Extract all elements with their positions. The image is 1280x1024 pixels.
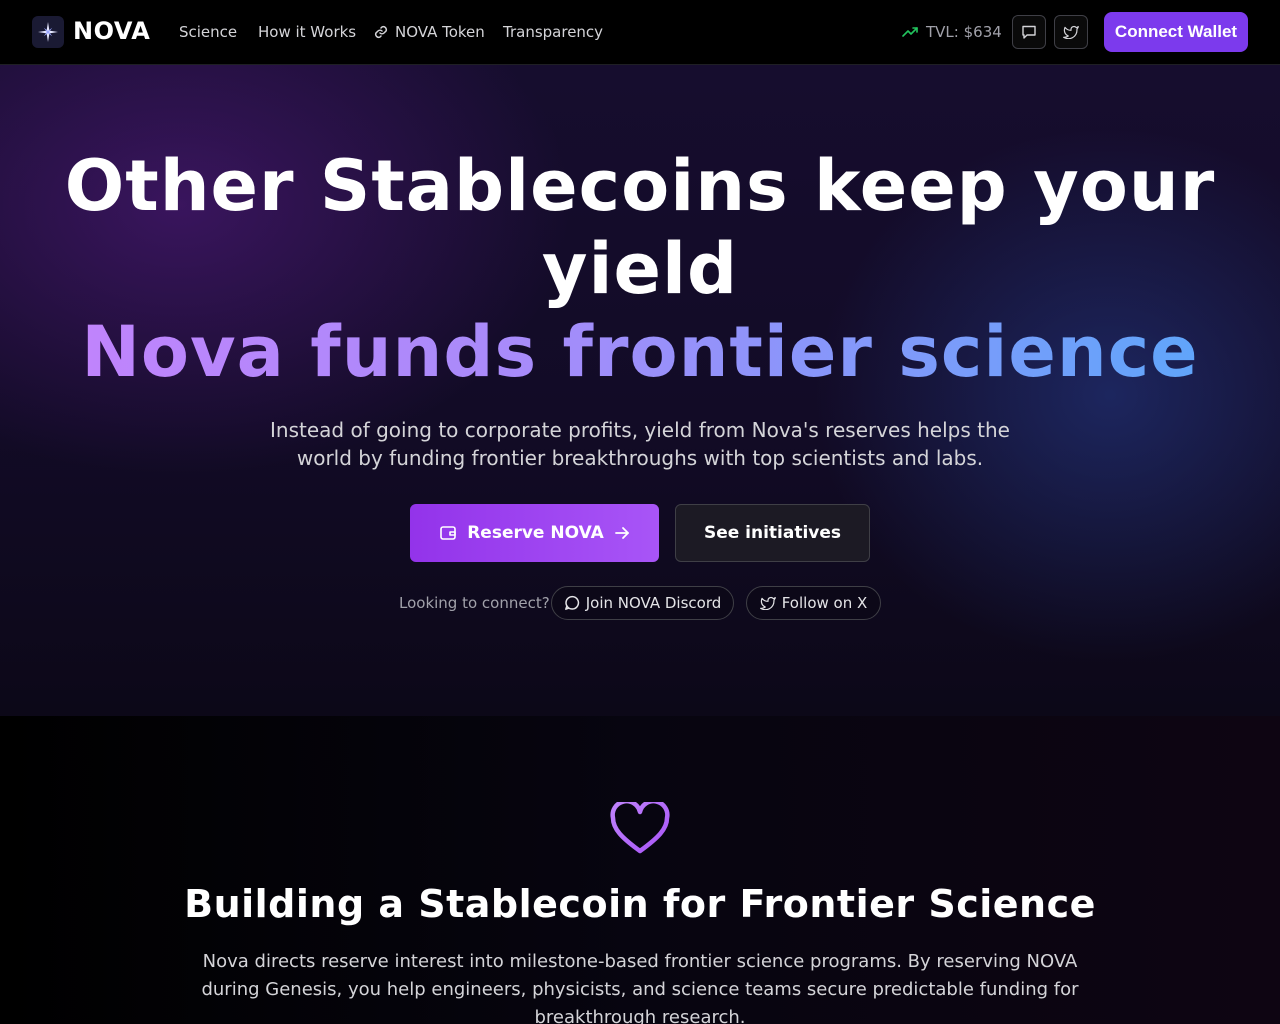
- tvl-value: TVL: $634: [926, 23, 1002, 41]
- wallet-icon: [440, 526, 457, 540]
- mission-section: Building a Stablecoin for Frontier Scien…: [0, 716, 1280, 1024]
- reserve-nova-label: Reserve NOVA: [467, 523, 604, 543]
- nav-link-how-it-works[interactable]: How it Works: [258, 23, 356, 41]
- follow-x-button[interactable]: Follow on X: [746, 586, 881, 620]
- arrow-right-icon: [614, 527, 629, 539]
- message-circle-icon: [564, 595, 579, 610]
- nav-link-science[interactable]: Science: [179, 23, 237, 41]
- mission-title: Building a Stablecoin for Frontier Scien…: [184, 882, 1096, 926]
- mission-body: Nova directs reserve interest into miles…: [201, 951, 1079, 1024]
- heart-icon: [610, 802, 670, 854]
- connect-wallet-button[interactable]: Connect Wallet: [1104, 12, 1248, 52]
- nav-link-nova-token[interactable]: NOVA Token: [373, 23, 485, 41]
- hero-subtitle: Instead of going to corporate profits, y…: [270, 418, 1010, 470]
- hero-section: Other Stablecoins keep your yield Nova f…: [0, 65, 1280, 716]
- top-navbar: NOVA Science How it Works NOVA Token Tra…: [0, 0, 1280, 65]
- hero-title-highlight: Nova funds frontier science: [0, 311, 1280, 394]
- hero-title-line2: yield: [541, 228, 739, 310]
- twitter-icon: [759, 596, 776, 610]
- see-initiatives-button[interactable]: See initiatives: [675, 504, 870, 562]
- follow-x-label: Follow on X: [781, 594, 868, 612]
- reserve-nova-button[interactable]: Reserve NOVA: [410, 504, 659, 562]
- link-icon: [374, 25, 388, 39]
- nova-logo[interactable]: [32, 16, 64, 48]
- star-logo-icon: [38, 22, 58, 42]
- message-icon: [1022, 25, 1036, 39]
- twitter-icon: [1063, 25, 1079, 39]
- hero-title-line1: Other Stablecoins keep your: [64, 145, 1216, 227]
- nav-link-transparency[interactable]: Transparency: [503, 23, 603, 41]
- connect-prompt: Looking to connect?: [399, 594, 550, 612]
- hero-highlight-text: Nova funds frontier science: [81, 311, 1199, 393]
- brand-name[interactable]: NOVA: [73, 17, 150, 45]
- twitter-nav-button[interactable]: [1054, 15, 1088, 49]
- tvl-indicator: TVL: $634: [902, 23, 1002, 41]
- join-discord-button[interactable]: Join NOVA Discord: [551, 586, 734, 620]
- hero-title: Other Stablecoins keep your yield: [0, 145, 1280, 311]
- join-discord-label: Join NOVA Discord: [585, 594, 722, 612]
- discord-nav-button[interactable]: [1012, 15, 1046, 49]
- trending-up-icon: [902, 27, 918, 37]
